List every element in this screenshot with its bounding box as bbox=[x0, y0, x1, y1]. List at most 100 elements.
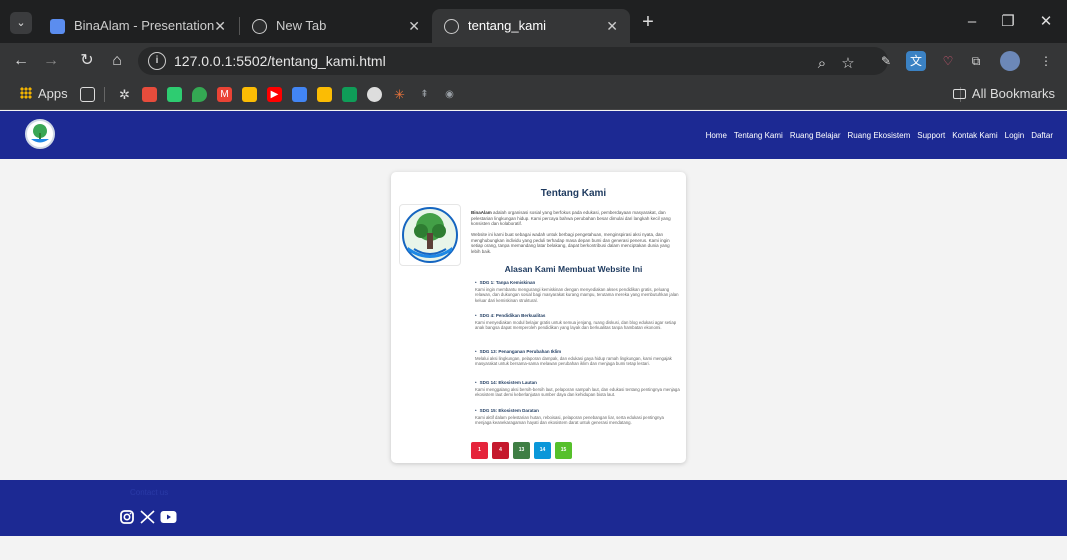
sdg-description: Kami ingin membantu mengurangi kemiskina… bbox=[475, 287, 679, 303]
tab-search-chevron-icon[interactable]: ⌄ bbox=[10, 12, 32, 34]
bookmark-red-icon[interactable] bbox=[142, 87, 157, 102]
url-text: 127.0.0.1:5502/tentang_kami.html bbox=[174, 53, 386, 69]
nav-login[interactable]: Login bbox=[1005, 131, 1025, 140]
bookmark-green-icon[interactable] bbox=[167, 87, 182, 102]
sdg-14-icon: 14 bbox=[534, 442, 551, 459]
zoom-icon[interactable]: ⌕ bbox=[812, 54, 832, 74]
new-tab-button[interactable]: + bbox=[637, 11, 659, 33]
maps-pin-icon[interactable] bbox=[192, 87, 207, 102]
site-info-icon[interactable]: i bbox=[148, 52, 166, 70]
sdg-title: SDG 13: Penanganan Perubahan Iklim bbox=[475, 349, 680, 355]
tab-tentang-kami[interactable]: tentang_kami ✕ bbox=[432, 9, 630, 43]
meet-icon[interactable] bbox=[342, 87, 357, 102]
docs-icon[interactable] bbox=[292, 87, 307, 102]
sdg-description: Kami aktif dalam pelestarian hutan, rebo… bbox=[475, 415, 664, 426]
extension-icon[interactable]: ✎ bbox=[876, 51, 896, 71]
nav-ruang-belajar[interactable]: Ruang Belajar bbox=[790, 131, 841, 140]
kebab-menu-icon[interactable]: ⋮ bbox=[1036, 51, 1056, 71]
eye-bookmark-icon[interactable]: ◉ bbox=[442, 87, 457, 102]
browser-tab-bar: ⌄ BinaAlam - Presentation ✕ New Tab ✕ te… bbox=[0, 0, 1067, 43]
gmail-icon[interactable]: M bbox=[217, 87, 232, 102]
sdg-description: Kami menggalang aksi bersih-bersih laut,… bbox=[475, 387, 680, 398]
sdg-title: SDG 1: Tanpa Kemiskinan bbox=[475, 280, 680, 286]
forward-icon[interactable]: → bbox=[40, 50, 62, 72]
x-twitter-icon[interactable] bbox=[140, 510, 155, 524]
youtube-icon[interactable] bbox=[160, 510, 177, 524]
restore-icon[interactable]: ❐ bbox=[996, 11, 1020, 33]
extensions-puzzle-icon[interactable]: ⧉ bbox=[966, 51, 986, 71]
tab-title: tentang_kami bbox=[468, 18, 547, 33]
sdg-4-icon: 4 bbox=[492, 442, 509, 459]
window-close-icon[interactable]: ✕ bbox=[1034, 11, 1058, 33]
minimize-icon[interactable]: – bbox=[960, 11, 984, 33]
nav-kontak-kami[interactable]: Kontak Kami bbox=[952, 131, 997, 140]
tab-title: BinaAlam - Presentation bbox=[74, 18, 215, 33]
page-title: Tentang Kami bbox=[540, 188, 607, 199]
nav-daftar[interactable]: Daftar bbox=[1031, 131, 1053, 140]
slides-icon bbox=[50, 19, 65, 34]
close-icon[interactable]: ✕ bbox=[214, 9, 226, 43]
back-icon[interactable]: ← bbox=[10, 50, 32, 72]
chrome-icon bbox=[252, 19, 267, 34]
tab-new-tab[interactable]: New Tab ✕ bbox=[240, 9, 432, 43]
nav-home[interactable]: Home bbox=[706, 131, 727, 140]
nav-tentang-kami[interactable]: Tentang Kami bbox=[734, 131, 783, 140]
pocket-icon[interactable]: ♡ bbox=[938, 51, 958, 71]
chatgpt-icon[interactable] bbox=[367, 87, 382, 102]
browser-toolbar: ← → ↻ ⌂ i 127.0.0.1:5502/tentang_kami.ht… bbox=[0, 43, 1067, 78]
about-logo-image bbox=[399, 204, 461, 266]
about-intro: BinaAlam adalah organisasi sosial yang b… bbox=[471, 210, 676, 227]
sdg-item: SDG 1: Tanpa Kemiskinan Kami ingin memba… bbox=[475, 280, 680, 303]
site-header: Home Tentang Kami Ruang Belajar Ruang Ek… bbox=[0, 111, 1067, 159]
site-footer: Contact us bbox=[0, 480, 1067, 536]
sdg-13-icon: 13 bbox=[513, 442, 530, 459]
page-bottom bbox=[0, 536, 1067, 560]
close-icon[interactable]: ✕ bbox=[408, 9, 420, 43]
sdg-item: SDG 15: Ekosistem Daratan Kami aktif dal… bbox=[475, 408, 680, 426]
nav-ruang-ekosistem[interactable]: Ruang Ekosistem bbox=[848, 131, 911, 140]
sdg-title: SDG 15: Ekosistem Daratan bbox=[475, 408, 680, 414]
sdg-1-icon: 1 bbox=[471, 442, 488, 459]
nav-support[interactable]: Support bbox=[917, 131, 945, 140]
sdg-item: SDG 4: Pendidikan Berkualitas Kami menye… bbox=[475, 313, 680, 331]
close-icon[interactable]: ✕ bbox=[606, 9, 618, 43]
bookmark-star-icon[interactable]: ☆ bbox=[838, 54, 858, 74]
tab-binaalam-presentation[interactable]: BinaAlam - Presentation ✕ bbox=[38, 9, 238, 43]
sdg-description: Melalui aksi lingkungan, pelaporan dampa… bbox=[475, 356, 672, 367]
home-icon[interactable]: ⌂ bbox=[106, 50, 128, 72]
sdg-15-icon: 15 bbox=[555, 442, 572, 459]
apps-grid-icon bbox=[20, 87, 32, 99]
sdg-title: SDG 4: Pendidikan Berkualitas bbox=[475, 313, 680, 319]
pin-bookmark-icon[interactable]: ⇞ bbox=[417, 87, 432, 102]
tab-groups-icon[interactable] bbox=[80, 87, 95, 102]
instagram-icon[interactable] bbox=[120, 510, 134, 524]
all-bookmarks-label: All Bookmarks bbox=[971, 86, 1055, 101]
youtube-bookmark-icon[interactable]: ▶ bbox=[267, 87, 282, 102]
brand-name: BinaAlam bbox=[471, 210, 492, 215]
settings-gear-icon[interactable]: ✲ bbox=[117, 87, 132, 102]
about-mission: Website ini kami buat sebagai wadah untu… bbox=[471, 232, 670, 254]
drive-icon[interactable] bbox=[242, 87, 257, 102]
about-intro-text: adalah organisasi sosial yang berfokus p… bbox=[471, 210, 671, 226]
sdg-title: SDG 14: Ekosistem Lautan bbox=[475, 380, 680, 386]
apps-label: Apps bbox=[38, 86, 68, 101]
profile-avatar-icon[interactable] bbox=[1000, 51, 1020, 71]
apps-bookmark[interactable]: Apps bbox=[20, 84, 68, 104]
globe-icon bbox=[444, 19, 459, 34]
bookmark-divider bbox=[104, 87, 105, 102]
bookmarks-bar: Apps ✲ M ▶ ✳ ⇞ ◉ All Bookmarks bbox=[0, 78, 1067, 110]
folder-icon bbox=[952, 89, 966, 99]
all-bookmarks[interactable]: All Bookmarks bbox=[952, 84, 1055, 104]
sdg-description: Kami menyediakan modul belajar gratis un… bbox=[475, 320, 677, 331]
sdg-icon-row: 1 4 13 14 15 bbox=[471, 442, 572, 459]
address-bar[interactable]: i 127.0.0.1:5502/tentang_kami.html bbox=[138, 47, 888, 75]
reload-icon[interactable]: ↻ bbox=[76, 50, 98, 72]
tree-logo-icon bbox=[402, 207, 458, 263]
binaalam-logo[interactable] bbox=[25, 119, 55, 149]
sdg-item: SDG 14: Ekosistem Lautan Kami menggalang… bbox=[475, 380, 680, 398]
reasons-title: Alasan Kami Membuat Website Ini bbox=[504, 264, 643, 274]
claude-icon[interactable]: ✳ bbox=[392, 87, 407, 102]
translate-extension-icon[interactable]: 文 bbox=[906, 51, 926, 71]
slides-bookmark-icon[interactable] bbox=[317, 87, 332, 102]
sdg-item: SDG 13: Penanganan Perubahan Iklim Melal… bbox=[475, 349, 680, 367]
